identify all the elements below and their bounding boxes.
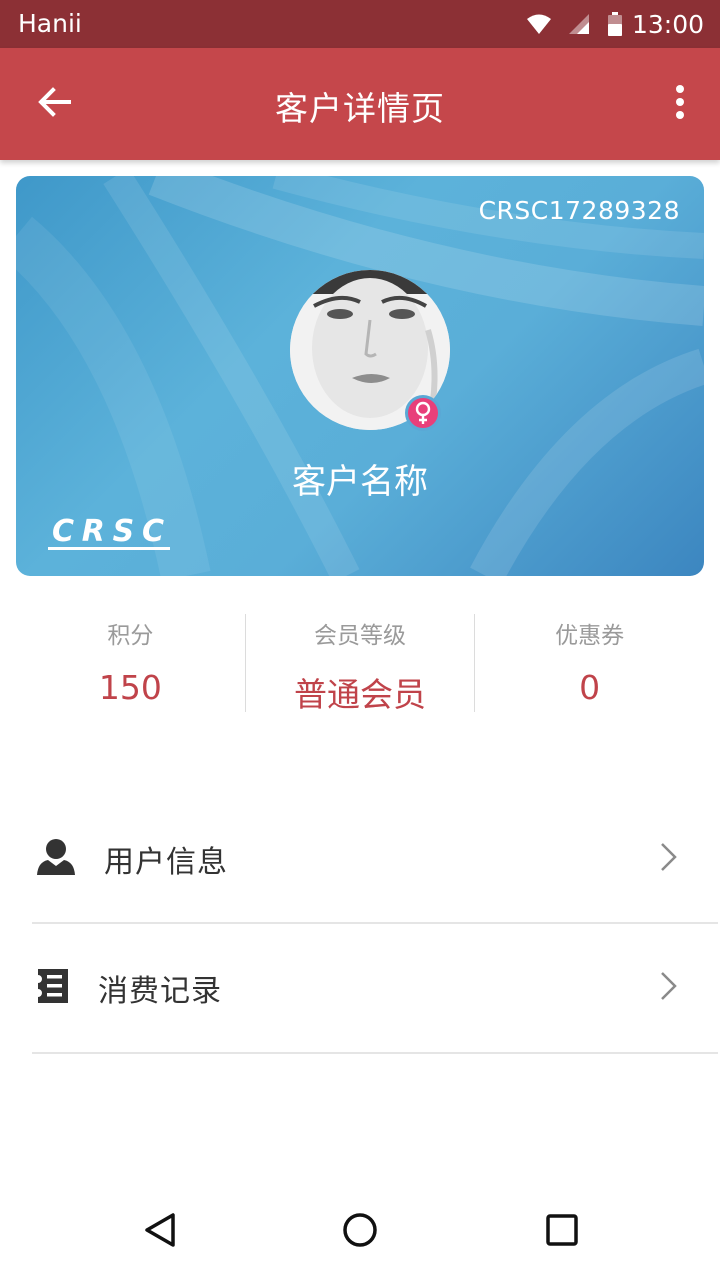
status-bar: Hanii 13:00 [0, 0, 720, 48]
stat-member-level[interactable]: 会员等级 普通会员 [244, 614, 475, 714]
customer-name: 客户名称 [292, 462, 428, 502]
page-title: 客户详情页 [275, 89, 445, 128]
chevron-right-icon [660, 971, 678, 1005]
menu-item-label: 用户信息 [104, 845, 228, 880]
nav-home-icon [342, 1212, 378, 1252]
nav-back-icon [143, 1212, 177, 1252]
user-icon [36, 838, 76, 880]
system-nav-bar [0, 1184, 720, 1280]
carrier-name: Hanii [18, 9, 82, 38]
nav-home-button[interactable] [336, 1208, 384, 1256]
chevron-right-icon [660, 842, 678, 876]
nav-recent-button[interactable] [538, 1208, 586, 1256]
nav-recent-icon [545, 1213, 579, 1251]
stat-coupons[interactable]: 优惠券 0 [474, 614, 704, 712]
menu-item-user-info[interactable]: 用户信息 [32, 796, 718, 924]
stats-row: 积分 150 会员等级 普通会员 优惠券 0 [16, 614, 704, 714]
more-options-button[interactable] [664, 72, 696, 136]
app-bar: 客户详情页 [0, 48, 720, 160]
svg-text:CRSC: CRSC [52, 514, 166, 549]
stat-label: 优惠券 [555, 623, 625, 649]
stat-value: 0 [579, 668, 601, 707]
more-vertical-icon [675, 84, 685, 124]
member-card: CRSC17289328 客户名称 CRSC [16, 176, 704, 576]
stat-value: 150 [98, 668, 162, 707]
wifi-icon [526, 13, 552, 35]
menu-item-consumption-record[interactable]: 消费记录 [32, 924, 718, 1054]
crsc-logo: CRSC [48, 514, 170, 558]
stat-value: 普通会员 [294, 675, 426, 714]
nav-back-button[interactable] [136, 1208, 184, 1256]
female-icon [405, 395, 441, 431]
status-time: 13:00 [631, 9, 704, 39]
menu-item-label: 消费记录 [98, 974, 222, 1009]
battery-icon [607, 12, 622, 36]
status-icons: 13:00 [526, 8, 704, 40]
signal-icon [568, 13, 590, 35]
stat-points[interactable]: 积分 150 [16, 614, 245, 712]
receipt-icon [36, 967, 70, 1009]
stat-label: 积分 [107, 623, 154, 649]
customer-code: CRSC17289328 [478, 196, 680, 225]
stat-label: 会员等级 [314, 623, 406, 649]
